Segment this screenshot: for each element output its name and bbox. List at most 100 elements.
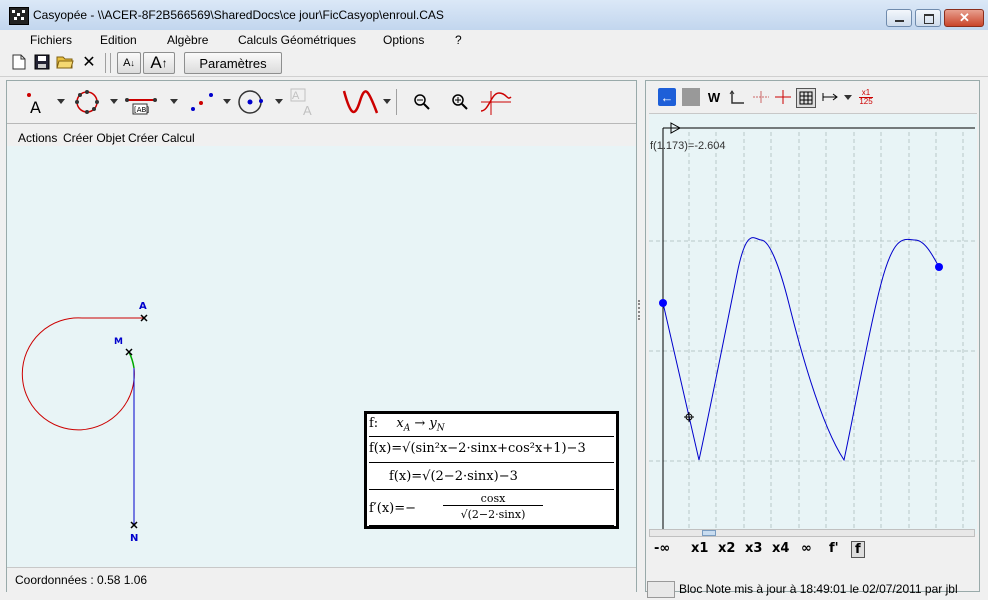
scale-icon[interactable]: x1 125 bbox=[857, 88, 875, 106]
formula-head: f: bbox=[369, 416, 379, 431]
splitter-grip bbox=[638, 300, 644, 320]
label-tool-icon[interactable]: AA bbox=[289, 87, 323, 118]
back-arrow-icon[interactable]: ← bbox=[658, 88, 676, 106]
w-button[interactable]: W bbox=[705, 88, 723, 106]
crosshair-grey-icon[interactable] bbox=[752, 88, 770, 106]
formula-var-sub: A bbox=[403, 423, 411, 434]
menu-help[interactable]: ? bbox=[455, 33, 462, 47]
point-m-marker[interactable] bbox=[125, 348, 133, 356]
minimize-button[interactable] bbox=[886, 9, 912, 27]
arrow-down-icon: ↓ bbox=[130, 58, 135, 68]
x4-button[interactable]: x4 bbox=[772, 541, 789, 556]
menu-fichiers[interactable]: Fichiers bbox=[30, 33, 72, 47]
toolbar-separator bbox=[396, 89, 397, 115]
chevron-down-icon[interactable] bbox=[170, 99, 178, 104]
bloc-note-bar: Bloc Note mis à jour à 18:49:01 le 02/07… bbox=[645, 579, 988, 600]
chevron-down-icon[interactable] bbox=[383, 99, 391, 104]
app-icon[interactable] bbox=[9, 7, 29, 25]
formula-expanded: f(x)=√(sin²x−2·sinx+cos²x+1)−3 bbox=[369, 437, 614, 463]
point-n-label: N bbox=[130, 533, 138, 544]
derivative-lhs: f′(x)=− bbox=[369, 501, 417, 516]
color-square-icon[interactable] bbox=[682, 88, 700, 106]
svg-text:A: A bbox=[30, 98, 41, 117]
function-plot bbox=[649, 122, 977, 530]
derivative-denominator: √(2−2·sinx) bbox=[460, 508, 526, 521]
chevron-down-icon[interactable] bbox=[57, 99, 65, 104]
status-bar: Coordonnées : 0.58 1.06 bbox=[7, 567, 636, 592]
menu-options[interactable]: Options bbox=[383, 33, 424, 47]
chevron-down-icon[interactable] bbox=[223, 99, 231, 104]
font-bigger-button[interactable]: A ↑ bbox=[143, 52, 175, 74]
window-title: Casyopée - \\ACER-8F2B566569\SharedDocs\… bbox=[33, 8, 444, 22]
title-bar: Casyopée - \\ACER-8F2B566569\SharedDocs\… bbox=[0, 0, 988, 31]
formula-img: y bbox=[429, 416, 437, 431]
point-m-label: M bbox=[114, 337, 123, 347]
menu-calculs-geometriques[interactable]: Calculs Géométriques bbox=[238, 33, 356, 47]
formula-derivative: f′(x)=− cosx √(2−2·sinx) bbox=[369, 491, 614, 527]
panel-splitter[interactable] bbox=[638, 80, 644, 592]
x3-button[interactable]: x3 bbox=[745, 541, 762, 556]
toolbar-separator bbox=[110, 53, 111, 73]
graph-cursor-marker[interactable] bbox=[684, 412, 694, 422]
chevron-down-icon[interactable] bbox=[275, 99, 283, 104]
grid-toggle-icon[interactable] bbox=[796, 88, 816, 108]
range-icon[interactable] bbox=[821, 88, 839, 106]
parametres-button[interactable]: Paramètres bbox=[184, 52, 282, 74]
derivative-button[interactable]: f' bbox=[829, 541, 839, 556]
geometry-panel: A [AB] AA Actions Créer Objet Créer Calc… bbox=[6, 80, 637, 592]
graph-canvas[interactable]: f(1.173)=-2.604 bbox=[649, 113, 977, 534]
infinity-button[interactable]: ∞ bbox=[801, 541, 812, 556]
chevron-down-icon[interactable] bbox=[844, 95, 852, 100]
minus-infinity-button[interactable]: -∞ bbox=[654, 541, 670, 556]
bloc-note-status: Bloc Note mis à jour à 18:49:01 le 02/07… bbox=[679, 582, 958, 596]
derivative-numerator: cosx bbox=[443, 492, 543, 506]
parametres-label: Paramètres bbox=[199, 55, 267, 71]
toolbar-separator bbox=[105, 53, 106, 73]
menu-bar: Fichiers Edition Algèbre Calculs Géométr… bbox=[0, 30, 988, 50]
formula-box[interactable]: f: xA → yN f(x)=√(sin²x−2·sinx+cos²x+1)−… bbox=[364, 411, 619, 529]
close-button[interactable]: ✕ bbox=[944, 9, 984, 27]
new-file-icon[interactable] bbox=[10, 53, 28, 71]
line-tool-icon[interactable] bbox=[187, 87, 221, 117]
x2-button[interactable]: x2 bbox=[718, 541, 735, 556]
font-smaller-label: A bbox=[123, 57, 131, 69]
formula-mapping: f: xA → yN bbox=[369, 416, 614, 437]
circle-tool-icon[interactable] bbox=[71, 87, 105, 117]
submenu-creer-objet[interactable]: Créer Objet bbox=[63, 131, 125, 145]
open-folder-icon[interactable] bbox=[56, 53, 74, 71]
scale-top-label: x1 bbox=[861, 87, 871, 97]
circle-center-tool-icon[interactable] bbox=[236, 87, 270, 117]
coordinates-readout: Coordonnées : 0.58 1.06 bbox=[15, 573, 148, 587]
function-tool-icon[interactable] bbox=[341, 87, 381, 117]
chevron-down-icon[interactable] bbox=[110, 99, 118, 104]
crosshair-red-icon[interactable] bbox=[774, 88, 792, 106]
save-icon[interactable] bbox=[33, 53, 51, 71]
submenu-creer-calcul[interactable]: Créer Calcul bbox=[128, 131, 195, 145]
svg-text:A: A bbox=[303, 103, 312, 117]
point-tool-icon[interactable]: A bbox=[21, 87, 55, 117]
graph-tool-icon[interactable] bbox=[479, 87, 513, 117]
geometry-toolbar: A [AB] AA bbox=[7, 81, 636, 124]
formula-img-sub: N bbox=[436, 423, 445, 434]
submenu-actions[interactable]: Actions bbox=[18, 131, 57, 145]
function-button[interactable]: f bbox=[851, 541, 865, 558]
axes-icon[interactable] bbox=[728, 88, 746, 106]
delete-icon[interactable]: ✕ bbox=[80, 53, 98, 71]
graph-horizontal-scrollbar[interactable] bbox=[649, 529, 975, 537]
formula-var: x bbox=[396, 416, 404, 431]
menu-algebre[interactable]: Algèbre bbox=[167, 33, 208, 47]
zoom-out-icon[interactable] bbox=[409, 87, 443, 117]
close-icon: ✕ bbox=[959, 10, 970, 25]
bloc-note-toggle[interactable] bbox=[647, 581, 675, 598]
formula-simplified-text: f(x)=√(2−2·sinx)−3 bbox=[389, 469, 518, 484]
zoom-in-icon[interactable] bbox=[447, 87, 481, 117]
segment-tool-icon[interactable]: [AB] bbox=[123, 87, 157, 117]
font-smaller-button[interactable]: A ↓ bbox=[117, 52, 141, 74]
geometry-canvas[interactable]: A M N f: xA → yN f(x)=√(sin²x−2·sinx+cos… bbox=[7, 147, 636, 567]
menu-edition[interactable]: Edition bbox=[100, 33, 137, 47]
font-bigger-label: A bbox=[150, 53, 162, 72]
x1-button[interactable]: x1 bbox=[691, 541, 708, 556]
scrollbar-thumb[interactable] bbox=[702, 530, 716, 536]
formula-expanded-text: f(x)=√(sin²x−2·sinx+cos²x+1)−3 bbox=[369, 441, 586, 456]
maximize-button[interactable] bbox=[915, 9, 941, 27]
